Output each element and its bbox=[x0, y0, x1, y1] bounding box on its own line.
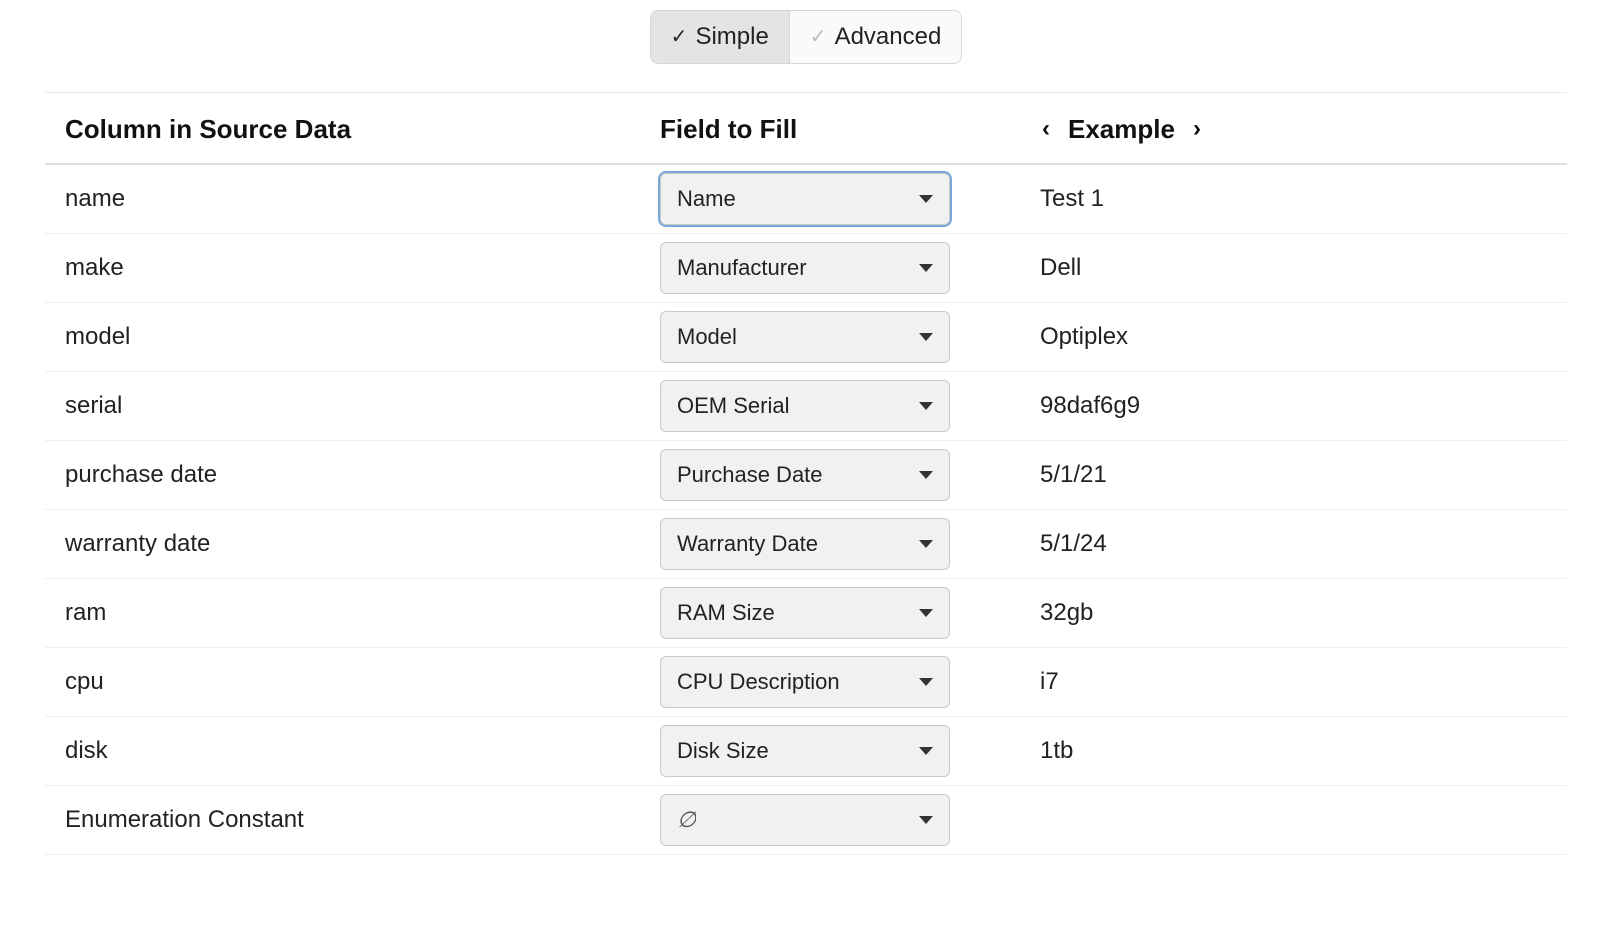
source-column-label: name bbox=[45, 185, 660, 213]
table-row: model Model Optiplex bbox=[45, 303, 1567, 372]
chevron-down-icon bbox=[919, 195, 933, 203]
field-select[interactable]: ∅ bbox=[660, 794, 950, 846]
chevron-down-icon bbox=[919, 471, 933, 479]
table-row: cpu CPU Description i7 bbox=[45, 648, 1567, 717]
field-select[interactable]: Manufacturer bbox=[660, 242, 950, 294]
field-select-value: RAM Size bbox=[677, 600, 775, 626]
header-example: Example bbox=[1068, 114, 1175, 145]
mapping-table: Column in Source Data Field to Fill ‹ Ex… bbox=[45, 92, 1567, 855]
chevron-down-icon bbox=[919, 609, 933, 617]
table-row: name Name Test 1 bbox=[45, 165, 1567, 234]
source-column-label: cpu bbox=[45, 668, 660, 696]
source-column-label: model bbox=[45, 323, 660, 351]
field-select-value: ∅ bbox=[677, 807, 696, 833]
table-row: make Manufacturer Dell bbox=[45, 234, 1567, 303]
field-select-value: Model bbox=[677, 324, 737, 350]
source-column-label: Enumeration Constant bbox=[45, 806, 660, 834]
source-column-label: serial bbox=[45, 392, 660, 420]
header-field: Field to Fill bbox=[660, 114, 1020, 145]
field-select[interactable]: Warranty Date bbox=[660, 518, 950, 570]
field-select-value: Name bbox=[677, 186, 736, 212]
field-select[interactable]: Model bbox=[660, 311, 950, 363]
field-select[interactable]: Purchase Date bbox=[660, 449, 950, 501]
table-row: Enumeration Constant ∅ bbox=[45, 786, 1567, 855]
chevron-down-icon bbox=[919, 264, 933, 272]
field-select-value: Disk Size bbox=[677, 738, 769, 764]
example-value: Test 1 bbox=[1020, 185, 1567, 213]
example-value: 5/1/21 bbox=[1020, 461, 1567, 489]
chevron-down-icon bbox=[919, 333, 933, 341]
source-column-label: make bbox=[45, 254, 660, 282]
example-next-button[interactable]: › bbox=[1191, 113, 1203, 145]
example-value: 32gb bbox=[1020, 599, 1567, 627]
chevron-down-icon bbox=[919, 678, 933, 686]
tab-simple-label: Simple bbox=[695, 23, 768, 51]
field-select[interactable]: Disk Size bbox=[660, 725, 950, 777]
table-row: disk Disk Size 1tb bbox=[45, 717, 1567, 786]
chevron-down-icon bbox=[919, 816, 933, 824]
tab-advanced[interactable]: ✓ Advanced bbox=[789, 11, 962, 63]
example-value: 5/1/24 bbox=[1020, 530, 1567, 558]
field-select-value: Warranty Date bbox=[677, 531, 818, 557]
field-select[interactable]: RAM Size bbox=[660, 587, 950, 639]
field-select-value: Purchase Date bbox=[677, 462, 823, 488]
table-row: serial OEM Serial 98daf6g9 bbox=[45, 372, 1567, 441]
header-source: Column in Source Data bbox=[45, 114, 660, 145]
source-column-label: warranty date bbox=[45, 530, 660, 558]
field-select[interactable]: OEM Serial bbox=[660, 380, 950, 432]
table-row: purchase date Purchase Date 5/1/21 bbox=[45, 441, 1567, 510]
field-select[interactable]: Name bbox=[660, 173, 950, 225]
mode-toggle: ✓ Simple ✓ Advanced bbox=[45, 10, 1567, 64]
example-value: 98daf6g9 bbox=[1020, 392, 1567, 420]
source-column-label: purchase date bbox=[45, 461, 660, 489]
chevron-down-icon bbox=[919, 402, 933, 410]
example-prev-button[interactable]: ‹ bbox=[1040, 113, 1052, 145]
tab-simple[interactable]: ✓ Simple bbox=[651, 11, 789, 63]
field-select[interactable]: CPU Description bbox=[660, 656, 950, 708]
chevron-down-icon bbox=[919, 540, 933, 548]
tab-advanced-label: Advanced bbox=[835, 23, 942, 51]
check-icon: ✓ bbox=[671, 27, 688, 47]
example-value: i7 bbox=[1020, 668, 1567, 696]
chevron-down-icon bbox=[919, 747, 933, 755]
field-select-value: CPU Description bbox=[677, 669, 840, 695]
example-value: Optiplex bbox=[1020, 323, 1567, 351]
example-value: 1tb bbox=[1020, 737, 1567, 765]
table-row: warranty date Warranty Date 5/1/24 bbox=[45, 510, 1567, 579]
field-select-value: OEM Serial bbox=[677, 393, 789, 419]
check-icon: ✓ bbox=[810, 27, 827, 47]
table-row: ram RAM Size 32gb bbox=[45, 579, 1567, 648]
source-column-label: disk bbox=[45, 737, 660, 765]
field-select-value: Manufacturer bbox=[677, 255, 807, 281]
source-column-label: ram bbox=[45, 599, 660, 627]
table-header: Column in Source Data Field to Fill ‹ Ex… bbox=[45, 92, 1567, 165]
example-value: Dell bbox=[1020, 254, 1567, 282]
